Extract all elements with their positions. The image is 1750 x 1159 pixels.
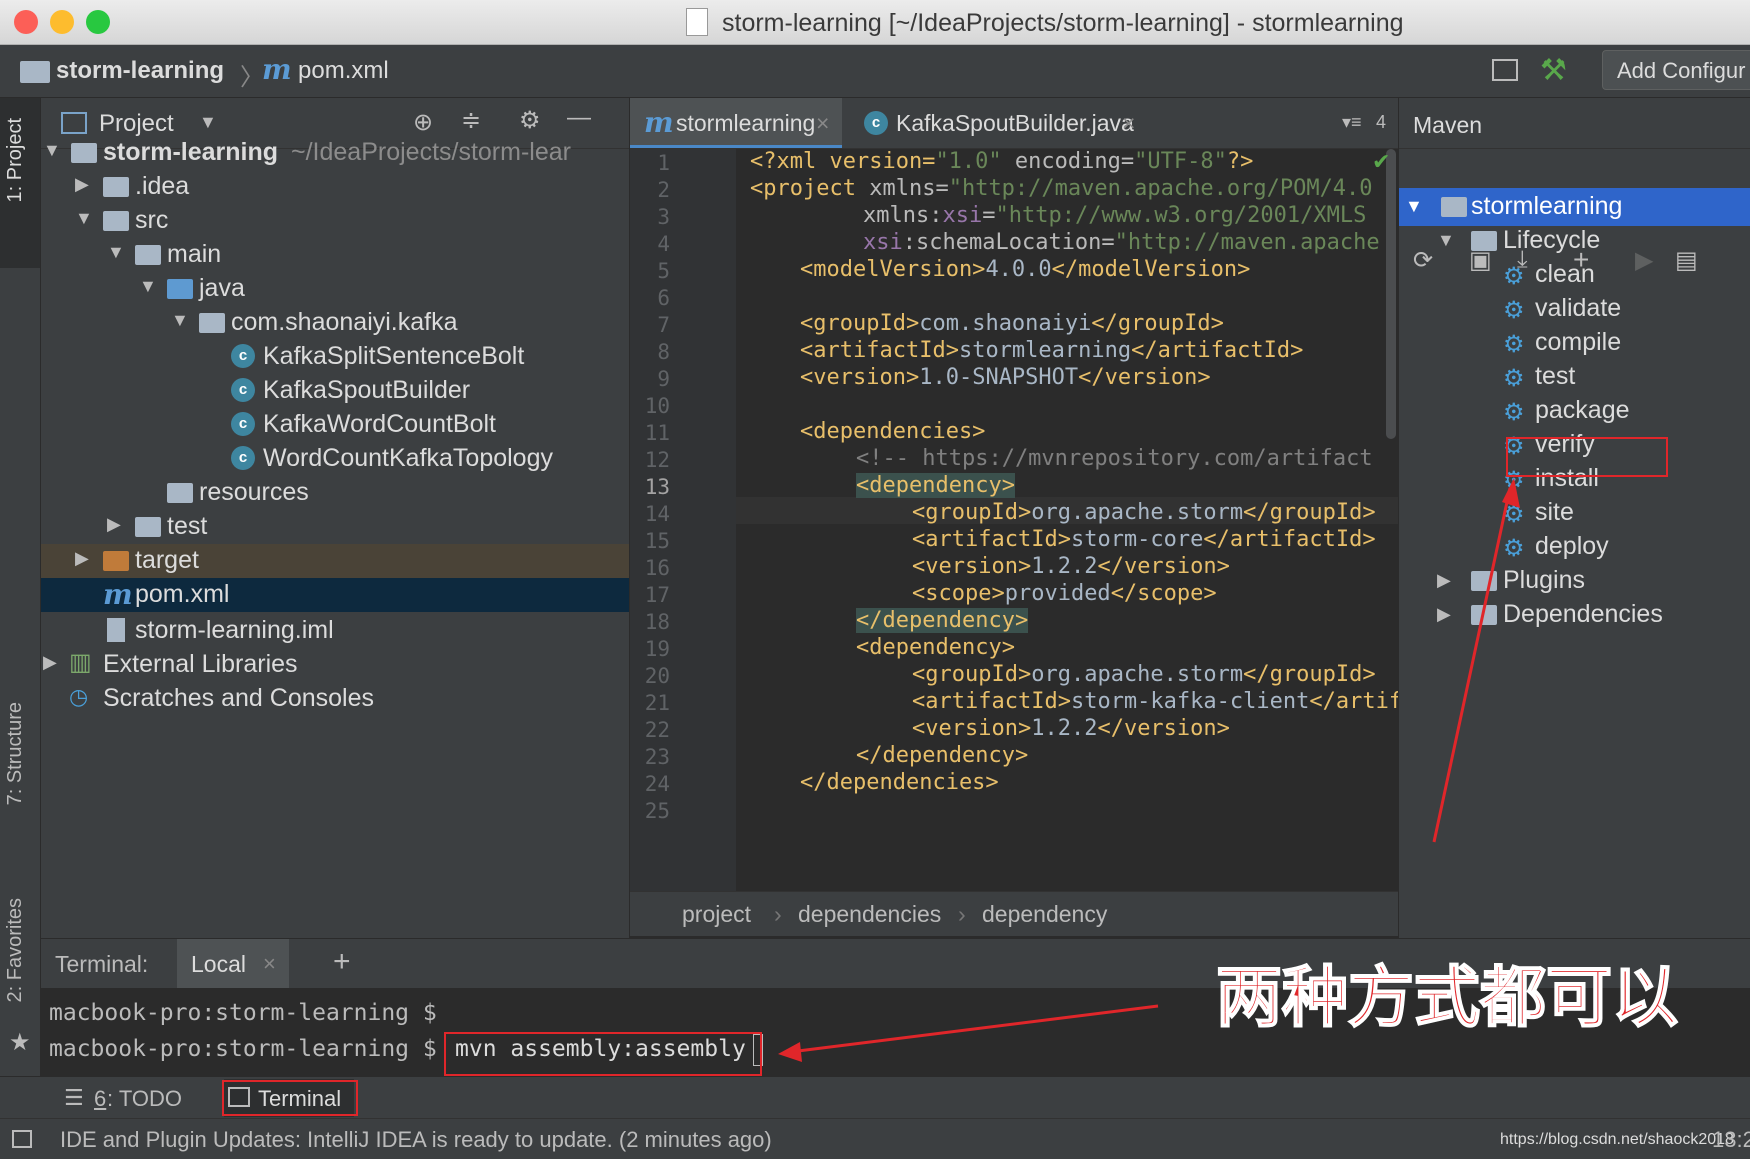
line-number: 14 xyxy=(644,502,670,526)
line-number: 19 xyxy=(644,637,670,661)
line-number: 16 xyxy=(644,556,670,580)
line-number: 3 xyxy=(657,205,670,229)
line-number: 13 xyxy=(644,475,670,499)
annotation-arrows xyxy=(778,478,1520,1062)
line-number: 7 xyxy=(657,313,670,337)
arrow-head xyxy=(778,1042,802,1062)
line-number: 24 xyxy=(644,772,670,796)
arrow-line xyxy=(1432,487,1512,843)
line-number: 5 xyxy=(657,259,670,283)
line-numbers: 1 2 3 4 5 6 7 8 9 10 11 12 13 14 15 16 17 18 19 20 21 22 23 24 2… xyxy=(630,149,690,891)
line-number: 2 xyxy=(657,178,670,202)
line-number: 6 xyxy=(657,286,670,310)
line-number: 10 xyxy=(644,394,670,418)
line-number: 22 xyxy=(644,718,670,742)
line-number: 12 xyxy=(644,448,670,472)
line-number: 17 xyxy=(644,583,670,607)
line-number: 1 xyxy=(657,151,670,175)
line-number: 15 xyxy=(644,529,670,553)
arrow-head xyxy=(1502,478,1520,508)
line-number: 20 xyxy=(644,664,670,688)
line-number: 18 xyxy=(644,610,670,634)
line-number: 11 xyxy=(644,421,670,445)
arrow-line xyxy=(789,1004,1159,1054)
line-number: 21 xyxy=(644,691,670,715)
line-number: 4 xyxy=(657,232,670,256)
line-number: 23 xyxy=(644,745,670,769)
line-number: 9 xyxy=(657,367,670,391)
line-number: 8 xyxy=(657,340,670,364)
line-number: 25 xyxy=(644,799,670,823)
